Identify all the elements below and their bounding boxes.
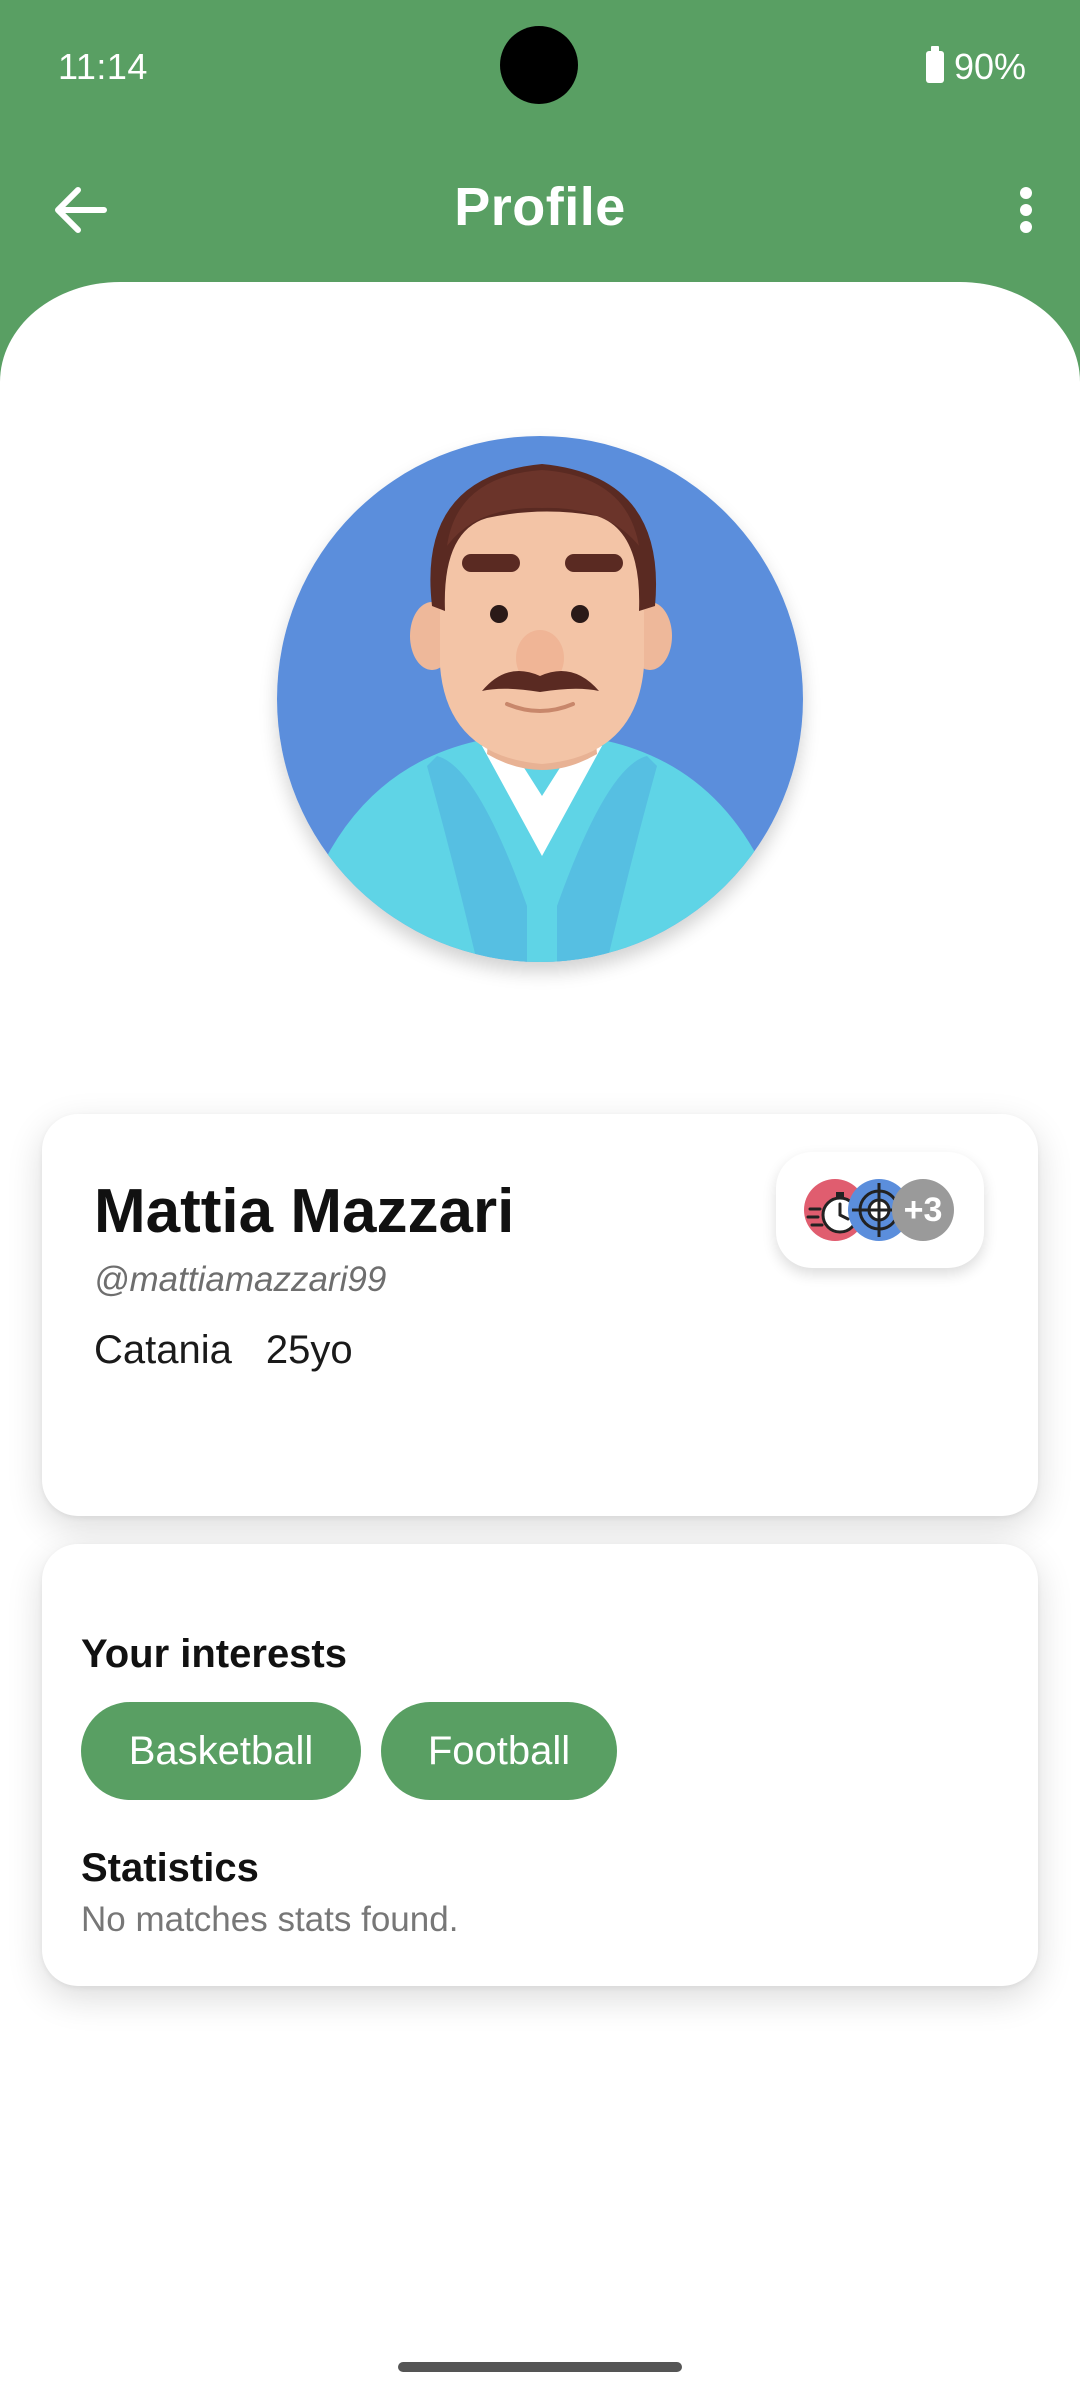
camera-cutout bbox=[500, 26, 578, 104]
avatar bbox=[277, 436, 803, 962]
profile-age: 25yo bbox=[265, 1328, 353, 1372]
interest-chip-basketball[interactable]: Basketball bbox=[81, 1702, 361, 1800]
home-indicator[interactable] bbox=[398, 2362, 682, 2372]
profile-card: Mattia Mazzari @mattiamazzari99 Catania … bbox=[42, 1114, 1038, 1516]
status-time: 11:14 bbox=[58, 46, 148, 87]
more-vert-icon bbox=[1020, 187, 1032, 233]
battery-status: 90% bbox=[925, 46, 1026, 88]
profile-meta: Catania 25yo bbox=[94, 1328, 353, 1373]
interests-card: Your interests Basketball Football Stati… bbox=[42, 1544, 1038, 1986]
profile-username: @mattiamazzari99 bbox=[94, 1260, 387, 1299]
statistics-empty-text: No matches stats found. bbox=[81, 1900, 459, 1939]
interest-chip-football[interactable]: Football bbox=[381, 1702, 617, 1800]
battery-icon bbox=[925, 46, 944, 83]
app-bar: Profile bbox=[0, 150, 1080, 270]
page-title: Profile bbox=[454, 177, 626, 237]
profile-city: Catania bbox=[94, 1328, 232, 1372]
avatar-illustration bbox=[277, 436, 803, 962]
badges-more-count: +3 bbox=[892, 1179, 954, 1241]
badges-button[interactable]: +3 bbox=[776, 1152, 984, 1268]
profile-screen: 11:14 90% Profile Mattia Mazzari @mattia… bbox=[0, 0, 1080, 2400]
more-options-button[interactable] bbox=[996, 180, 1056, 240]
badges-more-label: +3 bbox=[903, 1190, 943, 1229]
profile-name: Mattia Mazzari bbox=[94, 1177, 515, 1246]
status-bar: 11:14 90% bbox=[0, 0, 1080, 130]
statistics-title: Statistics bbox=[81, 1846, 259, 1890]
battery-percent: 90% bbox=[953, 46, 1026, 87]
interests-title: Your interests bbox=[81, 1632, 347, 1676]
